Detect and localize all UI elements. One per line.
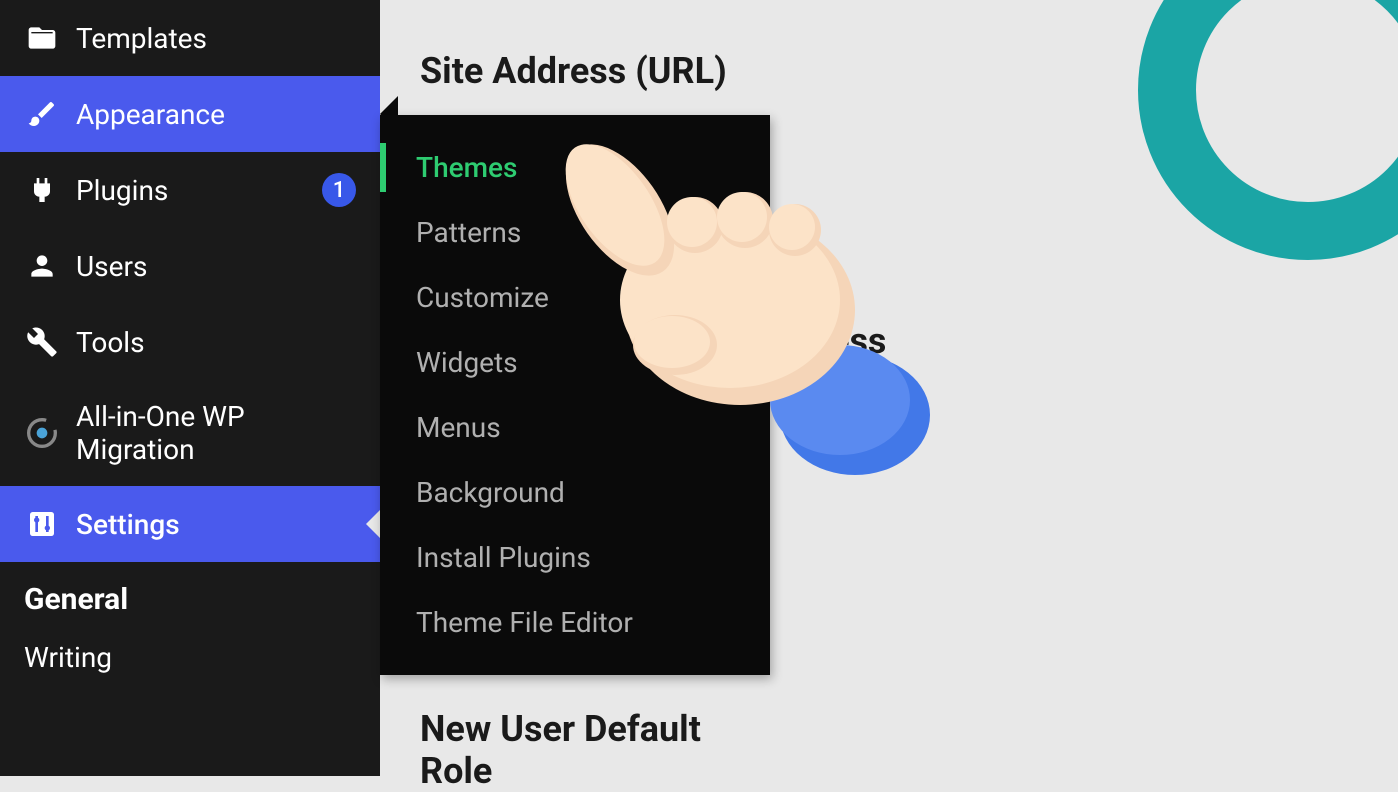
sidebar-item-label: Appearance — [76, 98, 356, 131]
sidebar-item-plugins[interactable]: Plugins 1 — [0, 152, 380, 228]
sidebar-item-label: Tools — [76, 326, 356, 359]
sidebar-item-tools[interactable]: Tools — [0, 304, 380, 380]
sidebar-item-label: Templates — [76, 22, 356, 55]
flyout-item-theme-file-editor[interactable]: Theme File Editor — [380, 590, 770, 655]
settings-submenu: General Writing — [0, 562, 380, 688]
flyout-item-customize[interactable]: Customize — [380, 265, 770, 330]
sidebar-item-label: All-in-One WP Migration — [76, 400, 356, 466]
admin-sidebar: Templates Appearance Plugins 1 Users — [0, 0, 380, 776]
sidebar-item-templates[interactable]: Templates — [0, 0, 380, 76]
folder-icon — [24, 20, 60, 56]
site-address-heading: Site Address (URL) — [420, 50, 727, 92]
sidebar-item-settings[interactable]: Settings — [0, 486, 380, 562]
submenu-item-writing[interactable]: Writing — [24, 627, 356, 688]
plug-icon — [24, 172, 60, 208]
sidebar-item-label: Plugins — [76, 174, 314, 207]
flyout-item-menus[interactable]: Menus — [380, 395, 770, 460]
sidebar-item-label: Settings — [76, 508, 356, 541]
new-user-role-heading: New User Default Role — [420, 708, 727, 792]
migration-icon — [24, 415, 60, 451]
sidebar-item-users[interactable]: Users — [0, 228, 380, 304]
decorative-circle — [1138, 0, 1398, 260]
wrench-icon — [24, 324, 60, 360]
sidebar-item-appearance[interactable]: Appearance — [0, 76, 380, 152]
flyout-item-widgets[interactable]: Widgets — [380, 330, 770, 395]
plugins-update-badge: 1 — [322, 173, 356, 207]
submenu-heading-general[interactable]: General — [24, 562, 356, 627]
flyout-item-install-plugins[interactable]: Install Plugins — [380, 525, 770, 590]
flyout-item-patterns[interactable]: Patterns — [380, 200, 770, 265]
appearance-flyout-menu: Themes Patterns Customize Widgets Menus … — [380, 115, 770, 675]
sliders-icon — [24, 506, 60, 542]
flyout-item-background[interactable]: Background — [380, 460, 770, 525]
paintbrush-icon — [24, 96, 60, 132]
sidebar-item-label: Users — [76, 250, 356, 283]
flyout-item-themes[interactable]: Themes — [380, 135, 770, 200]
sidebar-item-migration[interactable]: All-in-One WP Migration — [0, 380, 380, 486]
user-icon — [24, 248, 60, 284]
partial-heading-ess: ess — [830, 320, 886, 362]
